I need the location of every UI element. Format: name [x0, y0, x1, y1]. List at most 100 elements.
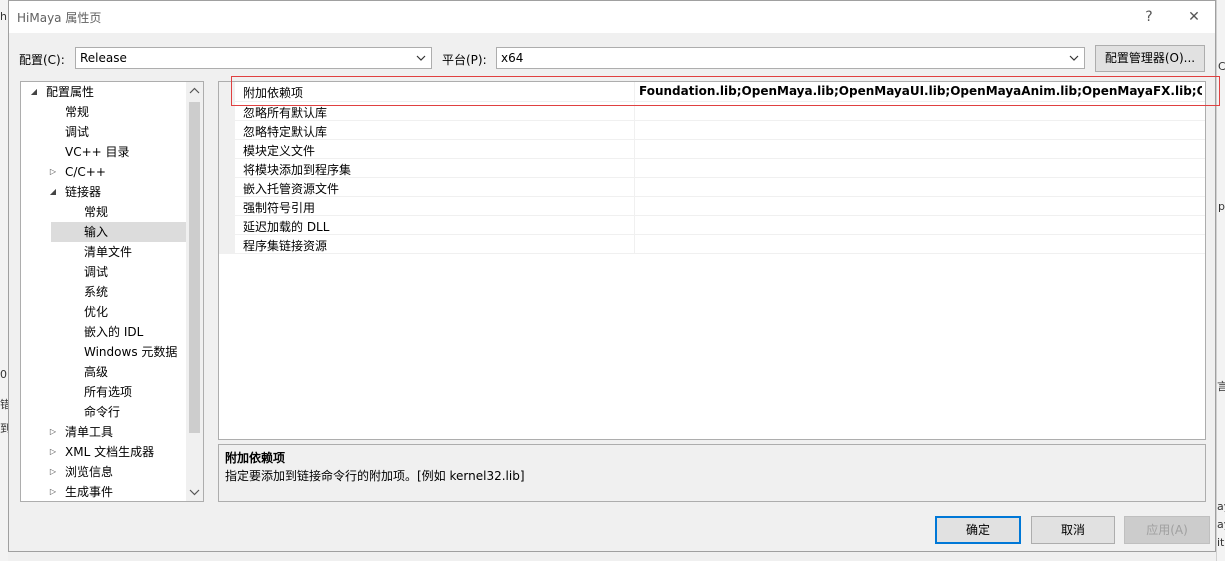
- close-button[interactable]: ✕: [1179, 5, 1209, 29]
- tree-item-linker-input[interactable]: 输入: [51, 222, 188, 242]
- description-text: 指定要添加到链接命令行的附加项。[例如 kernel32.lib]: [225, 469, 525, 483]
- tree-item-label: Windows 元数据: [84, 345, 178, 359]
- tree-item-general[interactable]: 常规: [21, 102, 188, 122]
- tree-item-system[interactable]: 系统: [21, 282, 188, 302]
- tree-item-linker[interactable]: ◢ 链接器: [21, 182, 188, 202]
- tree-item-xml-doc-generator[interactable]: ▷ XML 文档生成器: [21, 442, 188, 462]
- tree-item-manifest-tool[interactable]: ▷ 清单工具: [21, 422, 188, 442]
- property-name: 忽略所有默认库: [243, 106, 328, 120]
- config-label: 配置(C):: [19, 53, 65, 67]
- tree-item-browse-info[interactable]: ▷ 浏览信息: [21, 462, 188, 482]
- expanded-triangle-icon[interactable]: ◢: [29, 82, 39, 102]
- tree-item-label: 清单文件: [84, 245, 133, 259]
- property-name: 强制符号引用: [243, 201, 316, 215]
- background-window-right: C p 言 ay ay it: [1216, 0, 1225, 561]
- tree-item-label: 输入: [84, 225, 109, 239]
- collapsed-triangle-icon[interactable]: ▷: [48, 482, 58, 501]
- tree-item-manifest-file[interactable]: 清单文件: [21, 242, 188, 262]
- config-dropdown[interactable]: Release: [75, 47, 432, 69]
- tree-item-label: 调试: [65, 125, 90, 139]
- tree-item-linker-debugging[interactable]: 调试: [21, 262, 188, 282]
- tree-item-label: C/C++: [65, 165, 106, 179]
- tree-item-label: XML 文档生成器: [65, 445, 155, 459]
- property-value[interactable]: Foundation.lib;OpenMaya.lib;OpenMayaUI.l…: [639, 84, 1202, 98]
- property-row-force-symbol-references[interactable]: 强制符号引用: [219, 197, 1205, 216]
- tree-item-label: 优化: [84, 305, 109, 319]
- scrollbar-thumb[interactable]: [189, 102, 200, 433]
- property-row-ignore-all-default-libs[interactable]: 忽略所有默认库: [219, 102, 1205, 121]
- tree-item-linker-general[interactable]: 常规: [21, 202, 188, 222]
- property-name: 程序集链接资源: [243, 239, 328, 253]
- property-row-additional-dependencies[interactable]: 附加依赖项 Foundation.lib;OpenMaya.lib;OpenMa…: [219, 82, 1205, 102]
- expanded-triangle-icon[interactable]: ◢: [48, 182, 58, 202]
- tree-item-debugging[interactable]: 调试: [21, 122, 188, 142]
- apply-button[interactable]: 应用(A): [1124, 516, 1210, 544]
- window-title: HiMaya 属性页: [17, 11, 102, 25]
- ok-button[interactable]: 确定: [935, 516, 1021, 544]
- description-panel: 附加依赖项 指定要添加到链接命令行的附加项。[例如 kernel32.lib]: [218, 444, 1206, 502]
- tree-item-windows-metadata[interactable]: Windows 元数据: [21, 342, 188, 362]
- collapsed-triangle-icon[interactable]: ▷: [48, 422, 58, 442]
- property-row-embed-managed-resource[interactable]: 嵌入托管资源文件: [219, 178, 1205, 197]
- property-name: 模块定义文件: [243, 144, 316, 158]
- property-row-ignore-specific-default-libs[interactable]: 忽略特定默认库: [219, 121, 1205, 140]
- config-manager-button[interactable]: 配置管理器(O)...: [1095, 45, 1205, 72]
- tree-item-label: 清单工具: [65, 425, 114, 439]
- cancel-button[interactable]: 取消: [1031, 516, 1115, 544]
- tree-item-vc-directories[interactable]: VC++ 目录: [21, 142, 188, 162]
- background-text: 言: [1217, 380, 1225, 393]
- background-text: 0: [0, 368, 7, 381]
- tree-item-config-properties[interactable]: ◢ 配置属性: [21, 82, 188, 102]
- background-text: ay: [1217, 500, 1225, 513]
- chevron-up-icon[interactable]: [189, 86, 200, 96]
- tree-item-label: 嵌入的 IDL: [84, 325, 144, 339]
- property-row-module-definition-file[interactable]: 模块定义文件: [219, 140, 1205, 159]
- property-name: 附加依赖项: [243, 86, 304, 100]
- title-bar: HiMaya 属性页 ? ✕: [9, 1, 1215, 33]
- chevron-down-icon: [1069, 55, 1079, 61]
- platform-label: 平台(P):: [442, 53, 487, 67]
- property-name: 忽略特定默认库: [243, 125, 328, 139]
- platform-dropdown[interactable]: x64: [496, 47, 1085, 69]
- property-row-delay-loaded-dlls[interactable]: 延迟加载的 DLL: [219, 216, 1205, 235]
- tree-item-optimization[interactable]: 优化: [21, 302, 188, 322]
- settings-tree: ◢ 配置属性 常规 调试 VC++ 目录 ▷ C/C++ ◢ 链接器 常规 输入…: [20, 81, 204, 502]
- property-name: 嵌入托管资源文件: [243, 182, 340, 196]
- tree-item-all-options[interactable]: 所有选项: [21, 382, 188, 402]
- background-text: p: [1218, 200, 1225, 213]
- tree-item-label: 调试: [84, 265, 109, 279]
- tree-item-label: 链接器: [65, 185, 102, 199]
- tree-item-cpp[interactable]: ▷ C/C++: [21, 162, 188, 182]
- collapsed-triangle-icon[interactable]: ▷: [48, 162, 58, 182]
- tree-item-label: 常规: [84, 205, 109, 219]
- background-window-left: hi 0 错 到: [0, 0, 11, 561]
- property-name: 将模块添加到程序集: [243, 163, 352, 177]
- tree-item-label: 高级: [84, 365, 109, 379]
- property-row-add-module-to-assembly[interactable]: 将模块添加到程序集: [219, 159, 1205, 178]
- help-button[interactable]: ?: [1134, 5, 1164, 29]
- tree-item-build-events[interactable]: ▷ 生成事件: [21, 482, 188, 501]
- tree-item-label: 浏览信息: [65, 465, 114, 479]
- chevron-down-icon[interactable]: [189, 487, 200, 497]
- background-text: ay: [1217, 518, 1225, 531]
- tree-item-label: 生成事件: [65, 485, 114, 499]
- property-pages-dialog: HiMaya 属性页 ? ✕ 配置(C): Release 平台(P): x64…: [8, 0, 1220, 552]
- description-title: 附加依赖项: [225, 451, 286, 465]
- tree-item-label: 常规: [65, 105, 90, 119]
- property-grid: 附加依赖项 Foundation.lib;OpenMaya.lib;OpenMa…: [218, 81, 1206, 440]
- property-name: 延迟加载的 DLL: [243, 220, 330, 234]
- tree-item-label: 系统: [84, 285, 109, 299]
- tree-item-embedded-idl[interactable]: 嵌入的 IDL: [21, 322, 188, 342]
- tree-item-advanced[interactable]: 高级: [21, 362, 188, 382]
- tree-item-command-line[interactable]: 命令行: [21, 402, 188, 422]
- tree-scrollbar[interactable]: [186, 82, 203, 501]
- config-value: Release: [80, 51, 127, 65]
- tree-item-label: 命令行: [84, 405, 121, 419]
- platform-value: x64: [501, 51, 524, 65]
- collapsed-triangle-icon[interactable]: ▷: [48, 462, 58, 482]
- collapsed-triangle-icon[interactable]: ▷: [48, 442, 58, 462]
- tree-item-label: 所有选项: [84, 385, 133, 399]
- property-row-assembly-link-resource[interactable]: 程序集链接资源: [219, 235, 1205, 254]
- tree-item-label: 配置属性: [46, 85, 95, 99]
- chevron-down-icon: [416, 55, 426, 61]
